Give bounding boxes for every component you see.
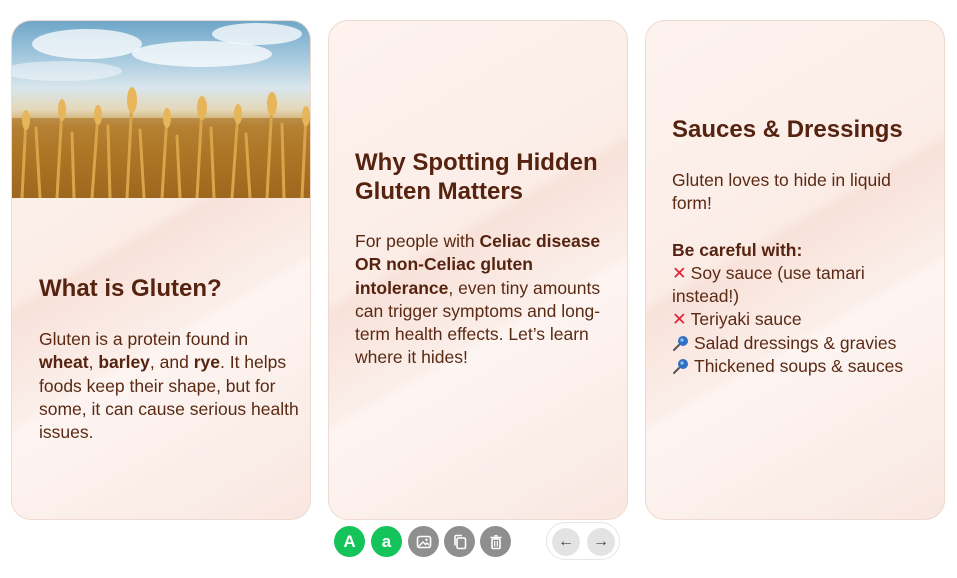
delete-button[interactable]	[480, 526, 511, 557]
cross-mark-icon: ✕	[672, 309, 687, 330]
copy-button[interactable]	[444, 526, 475, 557]
list-item: ✕ Teriyaki sauce	[672, 309, 802, 330]
trash-icon	[490, 534, 501, 549]
font-lowercase-button[interactable]: a	[371, 526, 402, 557]
card-body: Gluten loves to hide in liquid form! Be …	[672, 169, 934, 378]
arrow-right-icon: →	[593, 533, 609, 550]
card-body: Gluten is a protein found in wheat, barl…	[39, 329, 299, 443]
list-item: Salad dressings & gravies	[672, 332, 934, 355]
list-item: Thickened soups & sauces	[672, 355, 934, 378]
list-item: ✕ Soy sauce (use tamari instead!)	[672, 262, 865, 307]
cross-mark-icon: ✕	[672, 262, 687, 283]
card-intro: Gluten loves to hide in liquid form!	[672, 170, 891, 214]
pushpin-icon	[673, 359, 688, 375]
image-button[interactable]	[408, 526, 439, 557]
slide-navigation: ← →	[546, 522, 620, 560]
slide-card-what-is-gluten[interactable]: What is Gluten? Gluten is a protein foun…	[11, 20, 311, 520]
slide-card-sauces-dressings[interactable]: Sauces & Dressings Gluten loves to hide …	[645, 20, 945, 520]
font-lowercase-label: a	[381, 531, 392, 551]
previous-slide-button[interactable]: ←	[552, 528, 580, 556]
pushpin-icon	[673, 335, 688, 351]
card-title: Why Spotting Hidden Gluten Matters	[355, 149, 598, 205]
card-title: What is Gluten?	[39, 275, 222, 302]
next-slide-button[interactable]: →	[587, 528, 615, 556]
font-uppercase-label: A	[343, 531, 356, 551]
image-icon	[416, 535, 431, 548]
arrow-left-icon: ←	[558, 533, 574, 550]
careful-label: Be careful with:	[672, 239, 803, 260]
font-uppercase-button[interactable]: A	[334, 526, 365, 557]
card-body: For people with Celiac disease OR non-Ce…	[355, 231, 601, 368]
wheat-field-image	[12, 21, 310, 198]
copy-icon	[453, 534, 466, 549]
slide-card-why-spotting-hidden-gluten[interactable]: Why Spotting Hidden Gluten Matters For p…	[328, 20, 628, 520]
card-title: Sauces & Dressings	[672, 116, 903, 143]
